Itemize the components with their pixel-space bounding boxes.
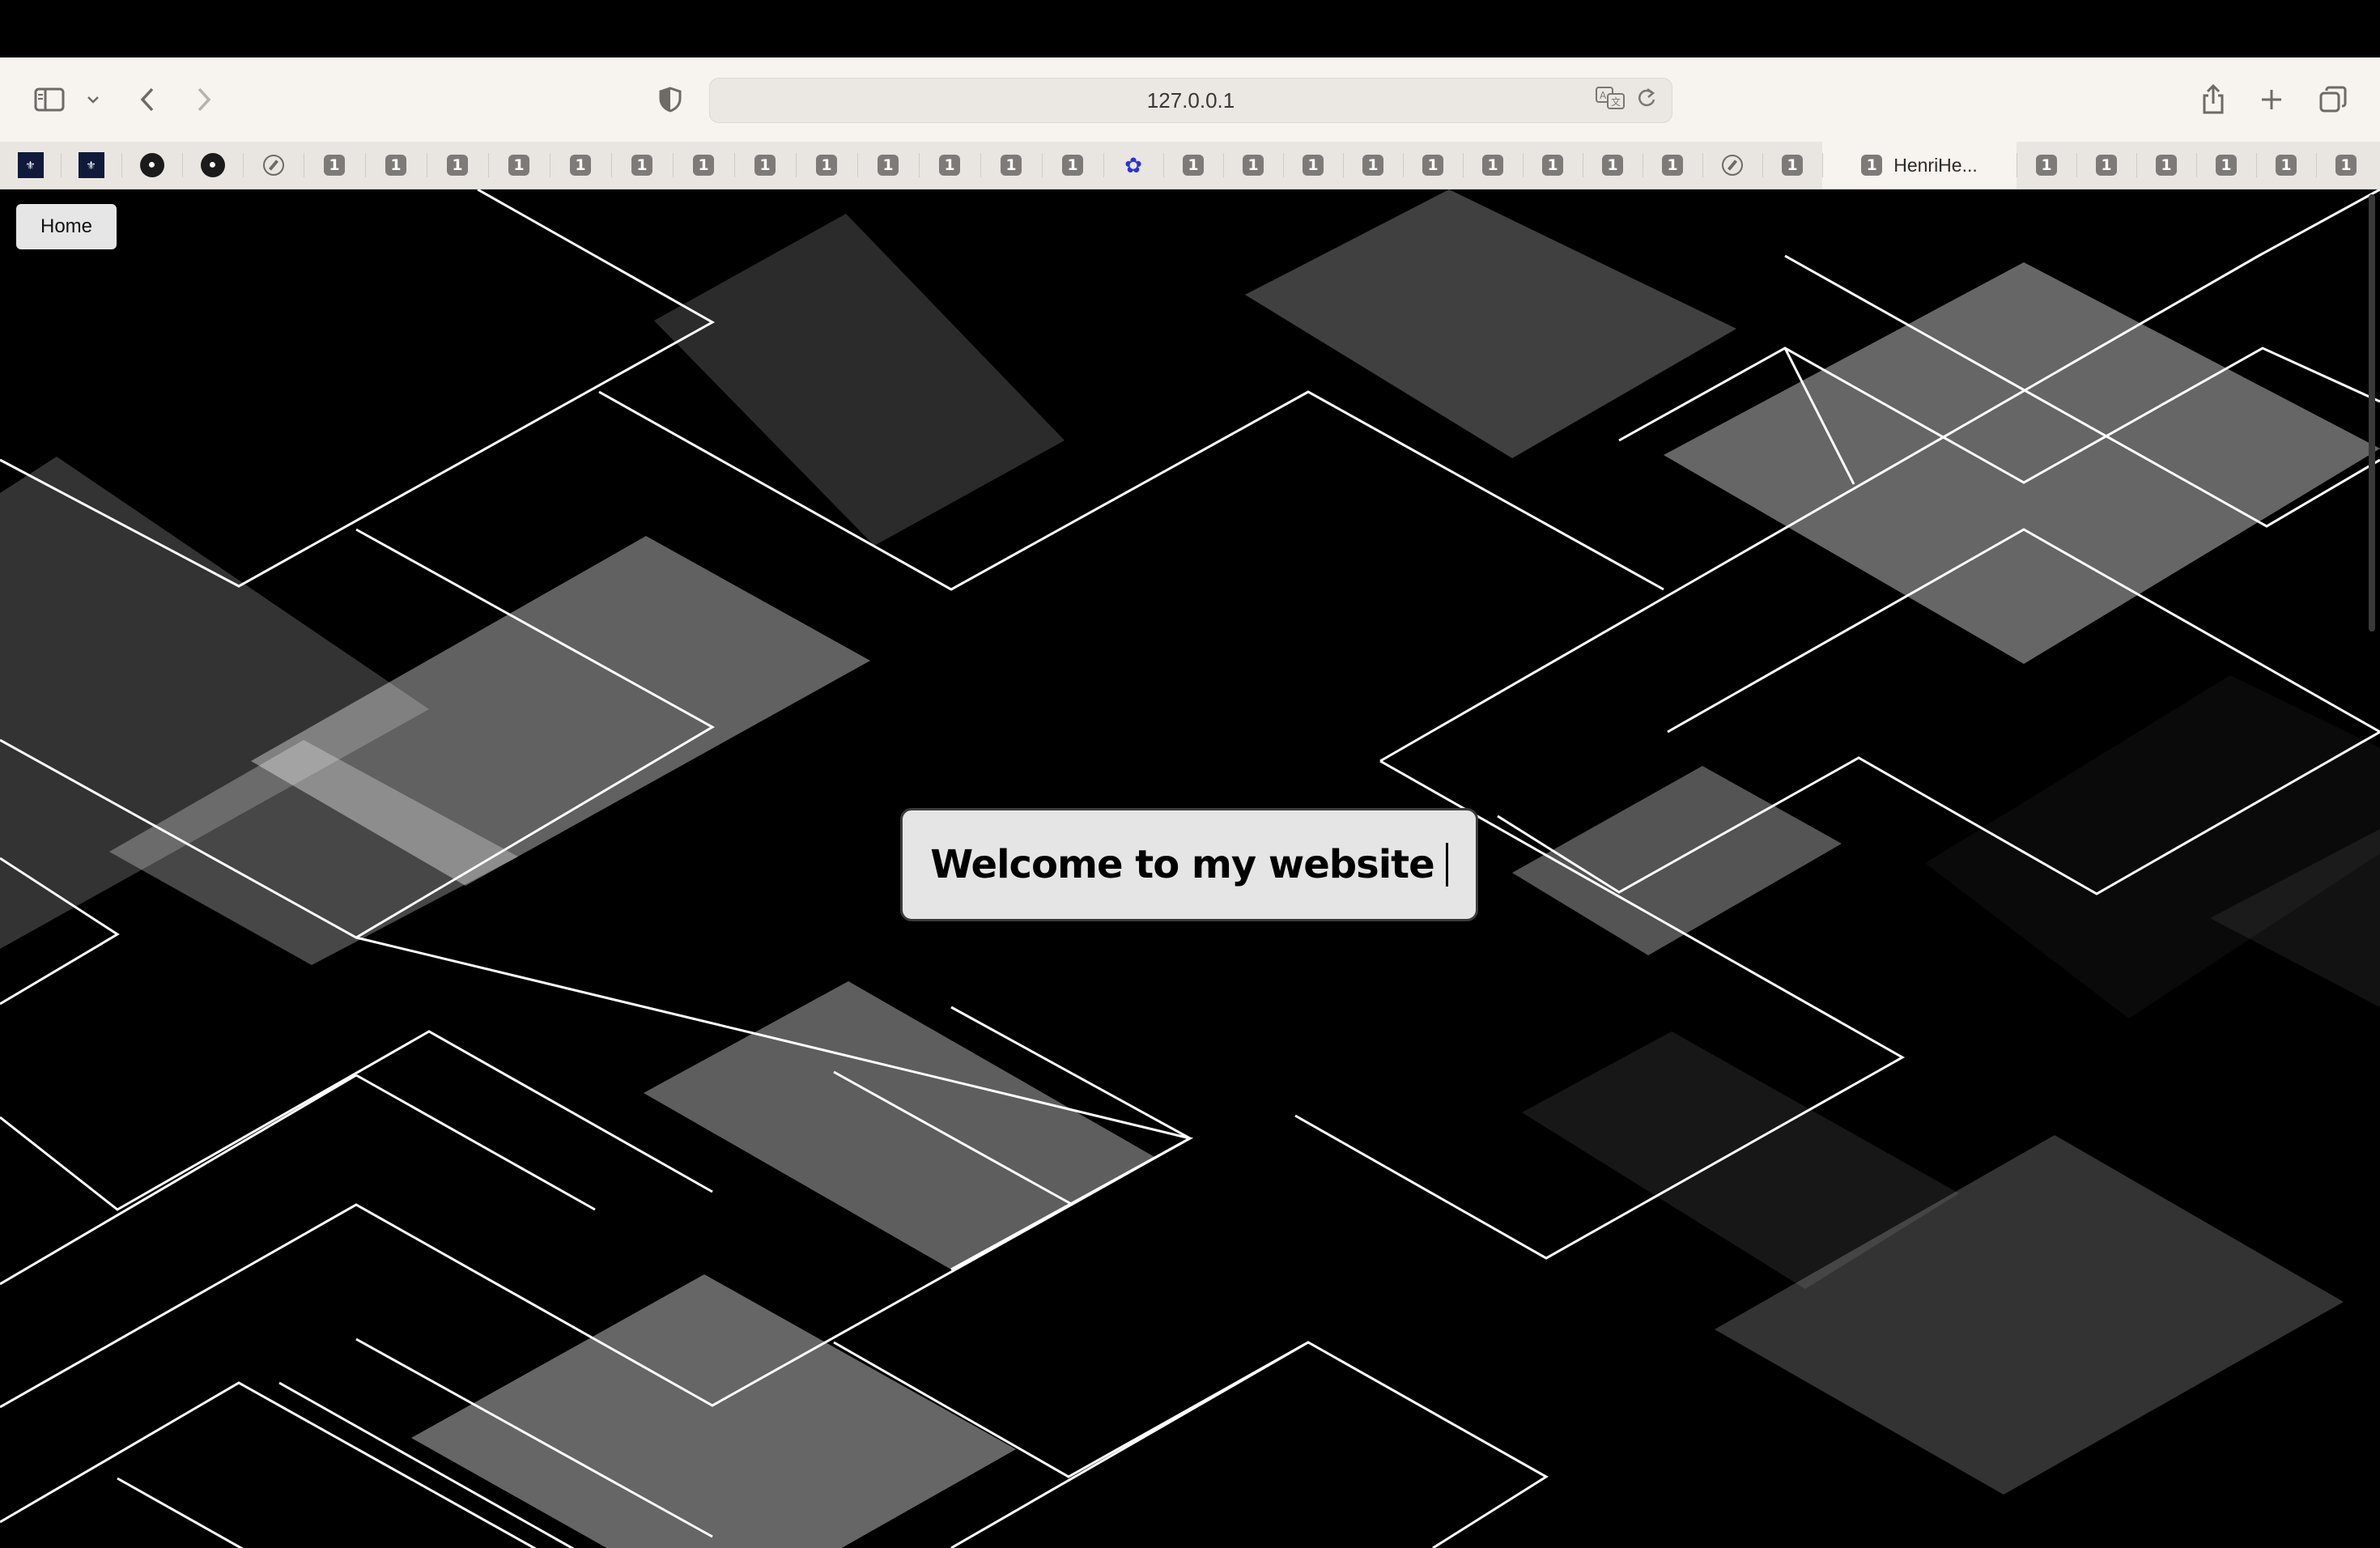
number-badge-icon: 1 bbox=[508, 155, 529, 176]
browser-tab[interactable]: 1 bbox=[1463, 142, 1523, 189]
browser-tab[interactable]: 1 bbox=[2076, 142, 2136, 189]
browser-tab[interactable]: 1 bbox=[550, 142, 611, 189]
number-badge-icon: 1 bbox=[570, 155, 591, 176]
number-badge-icon: 1 bbox=[447, 155, 468, 176]
browser-tab[interactable]: 1 bbox=[1223, 142, 1283, 189]
github-icon: ● bbox=[200, 153, 225, 177]
browser-tab[interactable]: 1 bbox=[2316, 142, 2376, 189]
browser-tab[interactable]: 1 bbox=[1583, 142, 1643, 189]
number-badge-icon: 1 bbox=[1183, 155, 1204, 176]
browser-tab[interactable]: 1 bbox=[304, 142, 365, 189]
browser-tab[interactable]: 1 bbox=[1643, 142, 1702, 189]
translate-icon[interactable]: A文 bbox=[1596, 86, 1626, 115]
svg-text:A: A bbox=[1600, 90, 1607, 101]
browser-tab[interactable]: 1 bbox=[1523, 142, 1583, 189]
browser-tab[interactable]: 1 bbox=[1343, 142, 1403, 189]
browser-tab[interactable]: ✿ bbox=[1103, 142, 1163, 189]
number-badge-icon: 1 bbox=[1062, 155, 1083, 176]
number-badge-icon: 1 bbox=[1243, 155, 1264, 176]
browser-tab[interactable]: 1 bbox=[980, 142, 1042, 189]
number-badge-icon: 1 bbox=[1303, 155, 1324, 176]
browser-tab[interactable]: 1 bbox=[1163, 142, 1223, 189]
number-badge-icon: 1 bbox=[2096, 155, 2117, 176]
number-badge-icon: 1 bbox=[816, 155, 837, 176]
browser-tab[interactable]: 1 bbox=[673, 142, 734, 189]
paw-icon: ✿ bbox=[1124, 152, 1142, 177]
browser-tab[interactable]: ● bbox=[121, 142, 182, 189]
browser-tab[interactable] bbox=[243, 142, 304, 189]
number-badge-icon: 1 bbox=[1362, 155, 1383, 176]
number-badge-icon: 1 bbox=[1542, 155, 1563, 176]
privacy-shield-icon[interactable] bbox=[654, 57, 686, 142]
browser-tab[interactable]: 1 bbox=[2256, 142, 2316, 189]
browser-tab[interactable]: 1 bbox=[1283, 142, 1343, 189]
browser-tab[interactable]: 1 bbox=[2017, 142, 2076, 189]
number-badge-icon: 1 bbox=[878, 155, 899, 176]
forward-arrow-icon[interactable] bbox=[188, 57, 220, 142]
home-button[interactable]: Home bbox=[16, 204, 117, 249]
number-badge-icon: 1 bbox=[754, 155, 776, 176]
number-badge-icon: 1 bbox=[385, 155, 406, 176]
browser-tab[interactable] bbox=[1702, 142, 1762, 189]
browser-tab[interactable]: 1 bbox=[2136, 142, 2196, 189]
number-badge-icon: 1 bbox=[1861, 155, 1883, 176]
number-badge-icon: 1 bbox=[693, 155, 714, 176]
tab-title: HenriHe... bbox=[1893, 154, 1978, 176]
browser-tab[interactable]: 1 bbox=[919, 142, 980, 189]
browser-tab[interactable]: ● bbox=[182, 142, 243, 189]
browser-tab[interactable]: 1 bbox=[1762, 142, 1822, 189]
browser-tab[interactable]: 1 bbox=[1403, 142, 1463, 189]
vertical-scrollbar[interactable] bbox=[2369, 194, 2375, 632]
system-menu-bar bbox=[0, 0, 2380, 57]
number-badge-icon: 1 bbox=[2156, 155, 2177, 176]
tab-bar: ⚜ ⚜ ● ● 1 1 1 1 1 1 1 1 1 1 1 1 1 ✿ 1 1 1 1 1 1 1 1 1 1 1 HenriHe... 1… bbox=[0, 142, 2380, 189]
browser-tab[interactable]: 1 bbox=[1042, 142, 1103, 189]
browser-tab[interactable]: 1 HenriHe... bbox=[1822, 142, 2017, 189]
number-badge-icon: 1 bbox=[1422, 155, 1443, 176]
browser-tab[interactable]: 1 bbox=[734, 142, 796, 189]
number-badge-icon: 1 bbox=[1001, 155, 1022, 176]
compass-icon bbox=[262, 155, 284, 176]
svg-text:文: 文 bbox=[1611, 96, 1621, 108]
typing-caret bbox=[1445, 843, 1448, 887]
browser-tab[interactable]: 1 bbox=[611, 142, 673, 189]
page-content: Home Welcome to my website bbox=[0, 189, 2380, 1548]
welcome-heading: Welcome to my website bbox=[930, 842, 1434, 887]
university-logo-icon: ⚜ bbox=[17, 152, 44, 178]
back-arrow-icon[interactable] bbox=[131, 57, 164, 142]
university-logo-icon: ⚜ bbox=[78, 152, 104, 178]
chevron-down-icon[interactable] bbox=[81, 57, 105, 142]
new-tab-icon[interactable] bbox=[2255, 57, 2288, 142]
number-badge-icon: 1 bbox=[2335, 155, 2357, 176]
browser-tab[interactable]: 1 bbox=[488, 142, 550, 189]
number-badge-icon: 1 bbox=[2216, 155, 2237, 176]
browser-tab[interactable]: 1 bbox=[796, 142, 857, 189]
url-text: 127.0.0.1 bbox=[1146, 87, 1235, 113]
number-badge-icon: 1 bbox=[1602, 155, 1623, 176]
number-badge-icon: 1 bbox=[631, 155, 652, 176]
number-badge-icon: 1 bbox=[1662, 155, 1683, 176]
github-icon: ● bbox=[139, 153, 164, 177]
number-badge-icon: 1 bbox=[1782, 155, 1803, 176]
number-badge-icon: 1 bbox=[324, 155, 345, 176]
number-badge-icon: 1 bbox=[939, 155, 960, 176]
welcome-banner: Welcome to my website bbox=[900, 808, 1478, 921]
number-badge-icon: 1 bbox=[1482, 155, 1503, 176]
browser-tab[interactable]: 1 bbox=[427, 142, 488, 189]
compass-icon bbox=[1722, 155, 1743, 176]
tab-overview-icon[interactable] bbox=[2317, 57, 2349, 142]
browser-tab[interactable]: 1 bbox=[365, 142, 427, 189]
share-icon[interactable] bbox=[2197, 57, 2229, 142]
address-bar[interactable]: 127.0.0.1 A文 bbox=[709, 78, 1672, 123]
browser-tab[interactable]: 1 bbox=[2196, 142, 2256, 189]
browser-tab[interactable]: 1 bbox=[857, 142, 919, 189]
number-badge-icon: 1 bbox=[2276, 155, 2297, 176]
browser-tab[interactable]: ⚜ bbox=[0, 142, 61, 189]
browser-tab[interactable]: ⚜ bbox=[61, 142, 121, 189]
number-badge-icon: 1 bbox=[2036, 155, 2057, 176]
sidebar-toggle-icon[interactable] bbox=[29, 57, 70, 142]
reload-icon[interactable] bbox=[1636, 87, 1657, 115]
